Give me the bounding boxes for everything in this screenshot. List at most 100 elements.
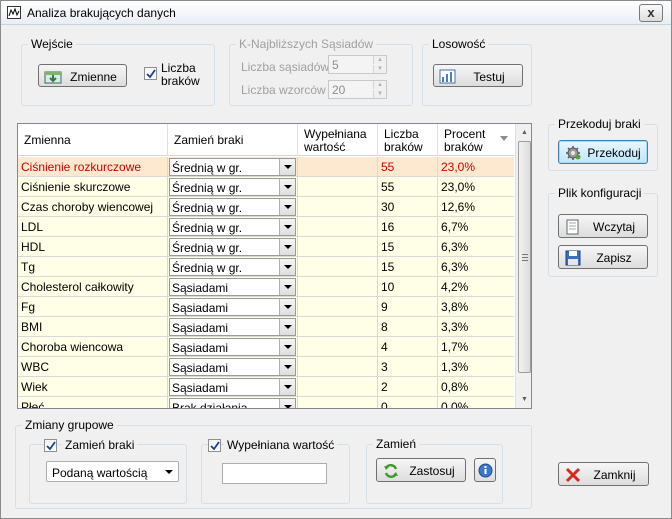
- chevron-down-icon[interactable]: [279, 199, 295, 215]
- chevron-down-icon[interactable]: [279, 399, 295, 408]
- zamien-braki-select[interactable]: Średnią w gr.: [169, 238, 296, 256]
- cell-procent-brakow: 23,0%: [441, 160, 476, 174]
- testuj-button[interactable]: Testuj: [433, 64, 523, 87]
- spin-up-icon[interactable]: ▲: [373, 81, 386, 89]
- chevron-down-icon[interactable]: [279, 359, 295, 375]
- zastosuj-button-label: Zastosuj: [409, 464, 455, 478]
- spin-up-icon[interactable]: ▲: [373, 56, 386, 64]
- scroll-down-icon[interactable]: ▼: [516, 391, 531, 408]
- wczytaj-button-label: Wczytaj: [593, 220, 635, 234]
- column-header-liczba-brakow[interactable]: Liczba braków: [378, 124, 438, 156]
- table-row[interactable]: Choroba wiencowa Sąsiadami 4 1,7%: [18, 337, 514, 357]
- liczba-wzorcow-spinner[interactable]: 20 ▲ ▼: [328, 80, 387, 99]
- zamien-braki-select[interactable]: Sąsiadami: [169, 358, 296, 376]
- cell-wypelniana-wartosc[interactable]: [298, 397, 378, 408]
- cell-wypelniana-wartosc[interactable]: [298, 157, 378, 177]
- zamien-braki-select[interactable]: Średnią w gr.: [169, 178, 296, 196]
- cell-procent-brakow: 12,6%: [441, 200, 476, 214]
- zamien-braki-select[interactable]: Średnią w gr.: [169, 198, 296, 216]
- column-header-zmienna[interactable]: Zmienna: [18, 124, 168, 156]
- title-bar[interactable]: Analiza brakujących danych x: [1, 1, 671, 25]
- cell-wypelniana-wartosc[interactable]: [298, 177, 378, 197]
- grid-vertical-scrollbar[interactable]: ▲ ▼: [515, 124, 531, 408]
- chevron-down-icon[interactable]: [279, 159, 295, 175]
- losowosc-legend: Losowość: [429, 37, 489, 51]
- chevron-down-icon[interactable]: [279, 379, 295, 395]
- cell-wypelniana-wartosc[interactable]: [298, 337, 378, 357]
- cell-wypelniana-wartosc[interactable]: [298, 297, 378, 317]
- zamien-braki-select[interactable]: Średnią w gr.: [169, 258, 296, 276]
- knn-legend: K-Najbliższych Sąsiadów: [236, 37, 377, 51]
- cell-liczba-brakow: 3: [378, 357, 438, 377]
- sort-descending-icon: [500, 136, 508, 141]
- wypelniana-wartosc-input[interactable]: [222, 463, 327, 484]
- table-row[interactable]: WBC Sąsiadami 3 1,3%: [18, 357, 514, 377]
- table-row[interactable]: Ciśnienie skurczowe Średnią w gr. 55 23,0%: [18, 177, 514, 197]
- table-row[interactable]: LDL Średnią w gr. 16 6,7%: [18, 217, 514, 237]
- chevron-down-icon[interactable]: [279, 259, 295, 275]
- cell-wypelniana-wartosc[interactable]: [298, 377, 378, 397]
- liczba-wzorcow-label: Liczba wzorców: [241, 83, 326, 97]
- zastosuj-button[interactable]: Zastosuj: [376, 458, 466, 482]
- column-header-procent-brakow[interactable]: Procent braków: [438, 124, 514, 156]
- method-select[interactable]: Podaną wartością: [46, 461, 179, 482]
- table-row[interactable]: BMI Sąsiadami 8 3,3%: [18, 317, 514, 337]
- zamien-braki-select[interactable]: Sąsiadami: [169, 318, 296, 336]
- column-header-zamien-braki[interactable]: Zamień braki: [168, 124, 298, 156]
- cell-wypelniana-wartosc[interactable]: [298, 257, 378, 277]
- zamien-braki-select[interactable]: Brak działania: [169, 398, 296, 408]
- liczba-brakow-checkbox[interactable]: [144, 67, 157, 80]
- missing-data-grid[interactable]: Zmienna Zamień braki Wypełniana wartość …: [17, 123, 532, 409]
- liczba-sasiadow-spinner[interactable]: 5 ▲ ▼: [328, 55, 387, 74]
- cell-wypelniana-wartosc[interactable]: [298, 197, 378, 217]
- main-window: Analiza brakujących danych x Wejście Zmi…: [0, 0, 672, 519]
- przekoduj-button[interactable]: Przekoduj: [558, 140, 648, 164]
- zamknij-button[interactable]: Zamknij: [558, 462, 649, 486]
- table-row[interactable]: Płeć Brak działania 0 0,0%: [18, 397, 514, 408]
- zapisz-button[interactable]: Zapisz: [558, 245, 648, 269]
- zamien-braki-subgroup: Zamień braki Podaną wartością: [29, 438, 187, 504]
- chevron-down-icon[interactable]: [279, 299, 295, 315]
- spin-down-icon[interactable]: ▼: [373, 90, 386, 98]
- zamien-braki-checkbox[interactable]: [44, 439, 57, 452]
- chart-window-icon: [7, 6, 21, 19]
- scrollbar-thumb[interactable]: [518, 141, 531, 373]
- table-row[interactable]: Cholesterol całkowity Sąsiadami 10 4,2%: [18, 277, 514, 297]
- close-window-button[interactable]: x: [639, 4, 663, 22]
- table-row[interactable]: Tg Średnią w gr. 15 6,3%: [18, 257, 514, 277]
- chevron-down-icon[interactable]: [279, 179, 295, 195]
- table-row[interactable]: Fg Sąsiadami 9 3,8%: [18, 297, 514, 317]
- zamien-braki-select[interactable]: Sąsiadami: [169, 338, 296, 356]
- cell-wypelniana-wartosc[interactable]: [298, 317, 378, 337]
- cell-wypelniana-wartosc[interactable]: [298, 277, 378, 297]
- wczytaj-button[interactable]: Wczytaj: [558, 214, 648, 238]
- grip-icon: [522, 254, 528, 261]
- chevron-down-icon[interactable]: [279, 279, 295, 295]
- cell-wypelniana-wartosc[interactable]: [298, 357, 378, 377]
- zamien-braki-select[interactable]: Sąsiadami: [169, 298, 296, 316]
- zmienne-button[interactable]: Zmienne: [38, 64, 127, 87]
- zamien-subgroup: Zamień Zastosuj: [366, 437, 503, 504]
- zamien-braki-select-value: Sąsiadami: [172, 361, 229, 375]
- chevron-down-icon[interactable]: [279, 319, 295, 335]
- column-header-wypelniana-wartosc[interactable]: Wypełniana wartość: [298, 124, 378, 156]
- chevron-down-icon[interactable]: [279, 219, 295, 235]
- zamien-braki-select[interactable]: Sąsiadami: [169, 378, 296, 396]
- wypelniana-wartosc-checkbox[interactable]: [208, 439, 221, 452]
- table-row[interactable]: HDL Średnią w gr. 15 6,3%: [18, 237, 514, 257]
- scroll-up-icon[interactable]: ▲: [516, 124, 531, 141]
- zamien-braki-select[interactable]: Sąsiadami: [169, 278, 296, 296]
- zamien-braki-select[interactable]: Średnią w gr.: [169, 158, 296, 176]
- table-row[interactable]: Wiek Sąsiadami 2 0,8%: [18, 377, 514, 397]
- spin-down-icon[interactable]: ▼: [373, 65, 386, 73]
- cell-wypelniana-wartosc[interactable]: [298, 217, 378, 237]
- info-button[interactable]: [474, 458, 496, 482]
- zamien-braki-select-value: Średnią w gr.: [172, 261, 243, 275]
- table-row[interactable]: Ciśnienie rozkurczowe Średnią w gr. 55 23,0…: [18, 157, 514, 177]
- cell-wypelniana-wartosc[interactable]: [298, 237, 378, 257]
- zamien-braki-select-value: Średnią w gr.: [172, 161, 243, 175]
- chevron-down-icon[interactable]: [279, 239, 295, 255]
- chevron-down-icon[interactable]: [279, 339, 295, 355]
- zamien-braki-select[interactable]: Średnią w gr.: [169, 218, 296, 236]
- table-row[interactable]: Czas choroby wiencowej Średnią w gr. 30 12,…: [18, 197, 514, 217]
